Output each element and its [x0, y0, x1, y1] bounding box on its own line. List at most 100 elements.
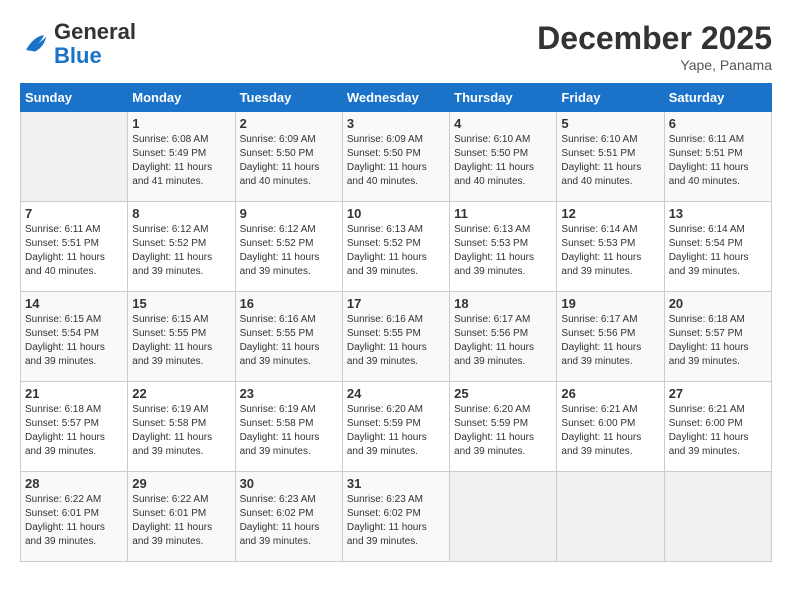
- calendar-cell: 6Sunrise: 6:11 AMSunset: 5:51 PMDaylight…: [664, 112, 771, 202]
- sunset-label: Sunset: 5:50 PM: [347, 148, 421, 159]
- day-info: Sunrise: 6:15 AM Sunset: 5:54 PM Daylight:…: [25, 313, 123, 369]
- sunrise-label: Sunrise: 6:11 AM: [669, 134, 744, 145]
- day-number: 11: [454, 206, 552, 221]
- sunrise-label: Sunrise: 6:17 AM: [561, 314, 637, 325]
- calendar-cell: 13Sunrise: 6:14 AMSunset: 5:54 PMDayligh…: [664, 202, 771, 292]
- day-info: Sunrise: 6:09 AM Sunset: 5:50 PM Daylight:…: [240, 133, 338, 189]
- day-number: 23: [240, 386, 338, 401]
- sunset-label: Sunset: 5:58 PM: [132, 418, 206, 429]
- day-number: 15: [132, 296, 230, 311]
- sunrise-label: Sunrise: 6:18 AM: [25, 404, 101, 415]
- calendar-cell: 19Sunrise: 6:17 AMSunset: 5:56 PMDayligh…: [557, 292, 664, 382]
- sunset-label: Sunset: 5:51 PM: [25, 238, 99, 249]
- sunrise-label: Sunrise: 6:12 AM: [132, 224, 208, 235]
- daylight-label: Daylight: 11 hours and 39 minutes.: [347, 252, 427, 277]
- day-of-week-monday: Monday: [128, 84, 235, 112]
- day-info: Sunrise: 6:09 AM Sunset: 5:50 PM Daylight:…: [347, 133, 445, 189]
- week-row-3: 14Sunrise: 6:15 AMSunset: 5:54 PMDayligh…: [21, 292, 772, 382]
- sunrise-label: Sunrise: 6:09 AM: [347, 134, 423, 145]
- sunset-label: Sunset: 5:57 PM: [669, 328, 743, 339]
- day-info: Sunrise: 6:21 AMSunset: 6:00 PMDaylight:…: [669, 403, 767, 459]
- day-of-week-wednesday: Wednesday: [342, 84, 449, 112]
- daylight-label: Daylight: 11 hours and 40 minutes.: [561, 162, 641, 187]
- day-number: 2: [240, 116, 338, 131]
- calendar-cell: 18Sunrise: 6:17 AMSunset: 5:56 PMDayligh…: [450, 292, 557, 382]
- calendar-cell: 23Sunrise: 6:19 AMSunset: 5:58 PMDayligh…: [235, 382, 342, 472]
- calendar-cell: 24Sunrise: 6:20 AMSunset: 5:59 PMDayligh…: [342, 382, 449, 472]
- day-info: Sunrise: 6:12 AMSunset: 5:52 PMDaylight:…: [240, 223, 338, 279]
- calendar-cell: 11Sunrise: 6:13 AMSunset: 5:53 PMDayligh…: [450, 202, 557, 292]
- calendar-cell: 26 Sunrise: 6:21 AMSunset: 6:00 PMDayligh…: [557, 382, 664, 472]
- day-number: 8: [132, 206, 230, 221]
- calendar-body: 1Sunrise: 6:08 AMSunset: 5:49 PMDaylight…: [21, 112, 772, 562]
- location: Yape, Panama: [537, 57, 772, 73]
- day-number: 27: [669, 386, 767, 401]
- calendar-cell: 21Sunrise: 6:18 AMSunset: 5:57 PMDayligh…: [21, 382, 128, 472]
- sunset-label: Sunset: 5:55 PM: [240, 328, 314, 339]
- day-info: Sunrise: 6:14 AMSunset: 5:53 PMDaylight:…: [561, 223, 659, 279]
- sunset-label: Sunset: 6:02 PM: [240, 508, 314, 519]
- calendar-cell: 9Sunrise: 6:12 AMSunset: 5:52 PMDaylight…: [235, 202, 342, 292]
- week-row-2: 7Sunrise: 6:11 AMSunset: 5:51 PMDaylight…: [21, 202, 772, 292]
- day-number: 25: [454, 386, 552, 401]
- daylight-label: Daylight: 11 hours and 40 minutes.: [454, 162, 534, 187]
- day-info: Sunrise: 6:23 AMSunset: 6:02 PMDaylight:…: [347, 493, 445, 549]
- sunset-label: Sunset: 6:00 PM: [669, 418, 743, 429]
- daylight-label: Daylight: 11 hours and 39 minutes.: [347, 522, 427, 547]
- sunrise-label: Sunrise: 6:20 AM: [347, 404, 423, 415]
- day-info: Sunrise: 6:18 AMSunset: 5:57 PMDaylight:…: [669, 313, 767, 369]
- daylight-label: Daylight: 11 hours and 39 minutes.: [132, 342, 212, 367]
- week-row-1: 1Sunrise: 6:08 AMSunset: 5:49 PMDaylight…: [21, 112, 772, 202]
- day-number: 4: [454, 116, 552, 131]
- calendar-cell: 22Sunrise: 6:19 AMSunset: 5:58 PMDayligh…: [128, 382, 235, 472]
- daylight-label: Daylight: 11 hours and 40 minutes.: [347, 162, 427, 187]
- day-number: 6: [669, 116, 767, 131]
- sunset-label: Sunset: 5:52 PM: [347, 238, 421, 249]
- day-info: Sunrise: 6:18 AMSunset: 5:57 PMDaylight:…: [25, 403, 123, 459]
- day-info: Sunrise: 6:10 AMSunset: 5:50 PMDaylight:…: [454, 133, 552, 189]
- sunrise-label: Sunrise: 6:13 AM: [347, 224, 423, 235]
- day-of-week-thursday: Thursday: [450, 84, 557, 112]
- sunrise-label: Sunrise: 6:15 AM: [25, 314, 101, 325]
- sunset-label: Sunset: 5:54 PM: [25, 328, 99, 339]
- daylight-label: Daylight: 11 hours and 39 minutes.: [561, 342, 641, 367]
- sunset-label: Sunset: 5:58 PM: [240, 418, 314, 429]
- sunrise-label: Sunrise: 6:23 AM: [347, 494, 423, 505]
- logo-text: General Blue: [54, 20, 136, 68]
- sunrise-label: Sunrise: 6:09 AM: [240, 134, 316, 145]
- title-block: December 2025 Yape, Panama: [537, 20, 772, 73]
- calendar-cell: 5Sunrise: 6:10 AMSunset: 5:51 PMDaylight…: [557, 112, 664, 202]
- daylight-label: Daylight: 11 hours and 39 minutes.: [669, 432, 749, 457]
- day-info: Sunrise: 6:19 AMSunset: 5:58 PMDaylight:…: [240, 403, 338, 459]
- sunset-label: Sunset: 5:59 PM: [454, 418, 528, 429]
- day-number: 24: [347, 386, 445, 401]
- calendar-cell: 30Sunrise: 6:23 AMSunset: 6:02 PMDayligh…: [235, 472, 342, 562]
- daylight-label: Daylight: 11 hours and 40 minutes.: [240, 162, 320, 187]
- day-number: 18: [454, 296, 552, 311]
- day-number: 30: [240, 476, 338, 491]
- days-of-week-row: SundayMondayTuesdayWednesdayThursdayFrid…: [21, 84, 772, 112]
- daylight-label: Daylight: 11 hours and 39 minutes.: [25, 342, 105, 367]
- calendar-cell: 17Sunrise: 6:16 AMSunset: 5:55 PMDayligh…: [342, 292, 449, 382]
- day-number: 19: [561, 296, 659, 311]
- sunrise-label: Sunrise: 6:23 AM: [240, 494, 316, 505]
- calendar-cell: 3 Sunrise: 6:09 AM Sunset: 5:50 PM Daylight…: [342, 112, 449, 202]
- day-of-week-friday: Friday: [557, 84, 664, 112]
- sunrise-label: Sunrise: 6:22 AM: [25, 494, 101, 505]
- day-number: 26: [561, 386, 659, 401]
- day-number: 13: [669, 206, 767, 221]
- page-header: General Blue December 2025 Yape, Panama: [20, 20, 772, 73]
- day-number: 29: [132, 476, 230, 491]
- sunset-label: Sunset: 5:50 PM: [240, 148, 314, 159]
- day-number: 3: [347, 116, 445, 131]
- sunrise-label: Sunrise: 6:21 AM: [561, 404, 637, 415]
- sunrise-label: Sunrise: 6:11 AM: [25, 224, 100, 235]
- sunrise-label: Sunrise: 6:19 AM: [240, 404, 316, 415]
- day-of-week-sunday: Sunday: [21, 84, 128, 112]
- calendar-cell: [664, 472, 771, 562]
- calendar-cell: 4 Sunrise: 6:10 AMSunset: 5:50 PMDaylight…: [450, 112, 557, 202]
- day-info: Sunrise: 6:21 AMSunset: 6:00 PMDaylight:…: [561, 403, 659, 459]
- sunset-label: Sunset: 5:55 PM: [347, 328, 421, 339]
- daylight-label: Daylight: 11 hours and 39 minutes.: [132, 252, 212, 277]
- day-info: Sunrise: 6:11 AMSunset: 5:51 PMDaylight:…: [25, 223, 123, 279]
